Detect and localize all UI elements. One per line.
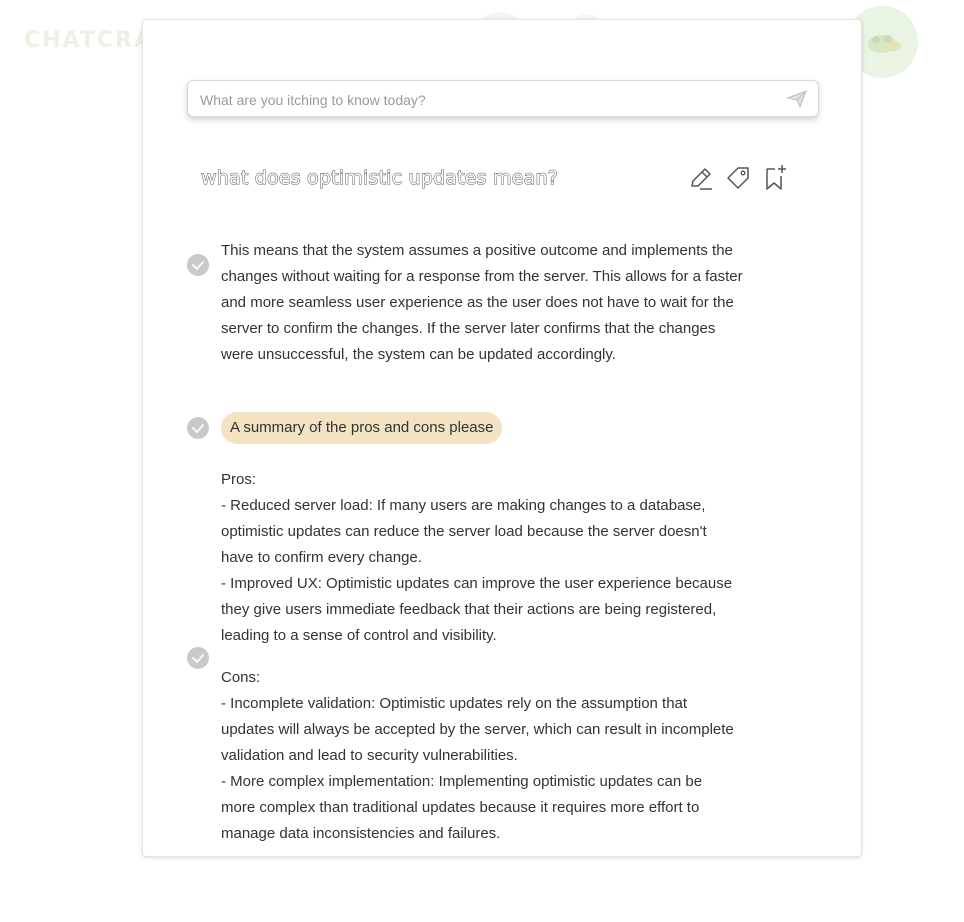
chat-modal: what does optimistic updates mean? This …	[142, 19, 862, 857]
question-title: what does optimistic updates mean?	[201, 167, 559, 190]
answer-line	[221, 649, 801, 665]
app-logo: CHATCRA	[24, 28, 153, 53]
pencil-icon	[691, 168, 712, 190]
search-input[interactable]	[198, 81, 772, 118]
tag-button[interactable]	[725, 166, 751, 192]
follow-up-question: A summary of the pros and cons please	[221, 412, 503, 444]
answer-line: validation and lead to security vulnerab…	[221, 747, 518, 764]
answer-line: have to confirm every change.	[221, 549, 422, 566]
answer-status	[187, 647, 209, 669]
answer-line: - Reduced server load: If many users are…	[221, 497, 706, 514]
answer-line: were unsuccessful, the system can be upd…	[221, 346, 616, 363]
search-bar	[187, 80, 819, 118]
answer-line: - Improved UX: Optimistic updates can im…	[221, 575, 733, 592]
answer-text: This means that the system assumes a pos…	[221, 242, 801, 368]
answer-line: This means that the system assumes a pos…	[221, 242, 733, 259]
answer-line: changes without waiting for a response f…	[221, 268, 743, 285]
conversation-thread: This means that the system assumes a pos…	[143, 242, 861, 842]
send-button[interactable]	[786, 88, 808, 110]
answer-text: Pros: - Reduced server load: If many user…	[221, 467, 801, 847]
send-icon	[786, 90, 807, 109]
answer-line: Pros:	[221, 471, 257, 488]
bookmark-button[interactable]	[763, 164, 789, 190]
edit-button[interactable]	[688, 166, 714, 192]
answer-line: more complex than traditional updates be…	[221, 799, 700, 816]
answer-line: - Incomplete validation: Optimistic upda…	[221, 695, 688, 712]
answer-line: server to confirm the changes. If the se…	[221, 320, 716, 337]
answer-line: optimistic updates can reduce the server…	[221, 523, 707, 540]
check-icon	[192, 424, 204, 433]
answer-line: leading to a sense of control and visibi…	[221, 627, 497, 644]
answer-line: and more seamless user experience as the…	[221, 294, 734, 311]
bookmark-add-icon	[766, 165, 786, 190]
answer-line: updates will always be accepted by the s…	[221, 721, 734, 738]
check-icon	[192, 654, 204, 663]
answer-line: Cons:	[221, 669, 261, 686]
answer-line: manage data inconsistencies and failures…	[221, 825, 501, 842]
answer-line: - More complex implementation: Implement…	[221, 773, 703, 790]
answer-viewport: This means that the system assumes a pos…	[143, 242, 861, 387]
tag-icon	[727, 167, 749, 189]
answer-line: they give users immediate feedback that …	[221, 601, 717, 618]
question-status	[187, 417, 209, 439]
